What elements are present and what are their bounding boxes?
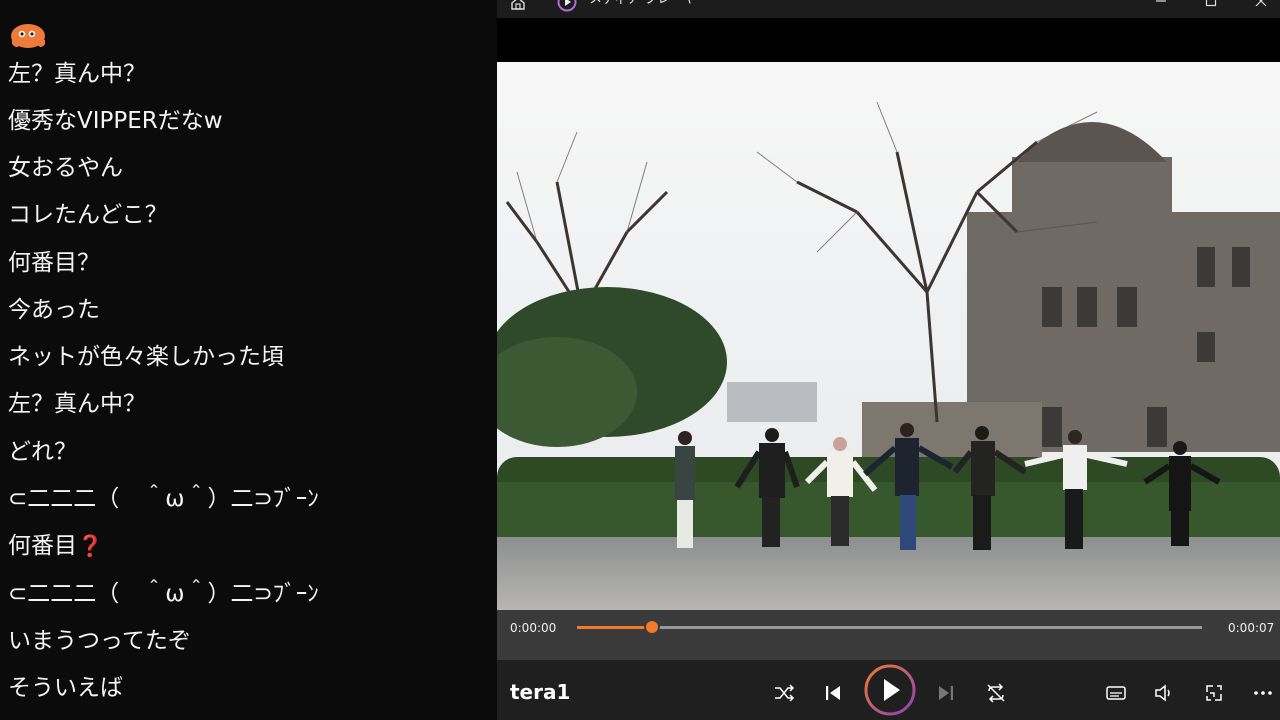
chat-message-text: 何番目？ bbox=[8, 250, 100, 276]
chat-message: いまうつってたぞ bbox=[8, 619, 191, 663]
repeat-off-icon bbox=[987, 683, 1005, 703]
repeat-button[interactable] bbox=[983, 680, 1009, 706]
chat-message: ネットが色々楽しかった頃 bbox=[8, 335, 284, 379]
chat-message: ⊂二二二（ ＾ω＾）二⊃ﾌﾞｰﾝ bbox=[8, 477, 319, 521]
close-icon[interactable] bbox=[1254, 0, 1268, 8]
previous-button[interactable] bbox=[820, 680, 846, 706]
play-icon bbox=[864, 664, 916, 716]
app-title: メディア プレーヤー bbox=[589, 0, 709, 8]
home-icon[interactable] bbox=[510, 0, 526, 10]
shuffle-icon bbox=[775, 684, 795, 702]
chat-message: 女おるやん bbox=[8, 146, 123, 190]
chat-message: 何番目❓ bbox=[8, 524, 103, 568]
volume-icon bbox=[1155, 684, 1170, 702]
chat-message-text: いまうつってたぞ bbox=[8, 628, 191, 654]
chat-message-text: 左？真ん中？ bbox=[8, 61, 146, 87]
chat-message-text: 左？真ん中？ bbox=[8, 391, 146, 417]
more-options-button[interactable] bbox=[1250, 680, 1276, 706]
chat-message: ⊂二二二（ ＾ω＾）二⊃ﾌﾞｰﾝ bbox=[8, 572, 319, 616]
control-bar: tera1 bbox=[497, 660, 1280, 720]
minimize-icon[interactable] bbox=[1154, 0, 1168, 8]
total-time: 0:00:07 bbox=[1228, 621, 1275, 635]
shuffle-button[interactable] bbox=[771, 680, 797, 706]
question-mark-emoji-icon: ❓ bbox=[77, 534, 104, 558]
chat-panel: 左？真ん中？ 優秀なVIPPERだなw 女おるやん コレたんどこ？ 何番目？ 今… bbox=[0, 0, 497, 720]
octopus-avatar-icon bbox=[11, 24, 45, 48]
chat-message-text: ⊂二二二（ ＾ω＾）二⊃ﾌﾞｰﾝ bbox=[8, 486, 319, 512]
chat-message-text: 女おるやん bbox=[8, 155, 123, 181]
chat-message: 左？真ん中？ bbox=[8, 52, 146, 96]
seek-bar-area: 0:00:00 0:00:07 bbox=[497, 610, 1280, 660]
chat-message-text: 何番目 bbox=[8, 533, 77, 559]
chat-message-text: 優秀なVIPPERだなw bbox=[8, 108, 223, 134]
chat-message: コレたんどこ？ bbox=[8, 193, 168, 237]
maximize-icon[interactable] bbox=[1204, 0, 1218, 8]
chat-message: どれ？ bbox=[8, 430, 77, 474]
chat-message: 左？真ん中？ bbox=[8, 382, 146, 426]
next-button[interactable] bbox=[933, 680, 959, 706]
chat-message-text: 今あった bbox=[8, 297, 100, 323]
seek-progress-fill bbox=[577, 626, 652, 629]
chat-message: 何番目？ bbox=[8, 241, 100, 285]
volume-button[interactable] bbox=[1151, 680, 1177, 706]
chat-message: そういえば bbox=[8, 666, 123, 710]
next-icon bbox=[939, 686, 953, 700]
media-player-app-icon bbox=[557, 0, 577, 12]
seek-thumb[interactable] bbox=[646, 621, 658, 633]
captions-button[interactable] bbox=[1103, 680, 1129, 706]
seek-track[interactable] bbox=[577, 626, 1202, 629]
miniplayer-icon bbox=[1206, 685, 1222, 701]
chat-message: 今あった bbox=[8, 288, 100, 332]
track-title: tera1 bbox=[510, 680, 571, 704]
video-frame[interactable] bbox=[497, 62, 1280, 610]
current-time: 0:00:00 bbox=[510, 621, 557, 635]
media-player-window: メディア プレーヤー bbox=[497, 0, 1280, 720]
more-icon bbox=[1254, 691, 1272, 695]
chat-message-text: ネットが色々楽しかった頃 bbox=[8, 344, 284, 370]
chat-message-text: ⊂二二二（ ＾ω＾）二⊃ﾌﾞｰﾝ bbox=[8, 581, 319, 607]
captions-icon bbox=[1106, 686, 1126, 700]
play-button[interactable] bbox=[864, 664, 916, 716]
chat-message-text: どれ？ bbox=[8, 439, 77, 465]
chat-message-text: コレたんどこ？ bbox=[8, 202, 168, 228]
title-bar: メディア プレーヤー bbox=[497, 0, 1280, 18]
chat-message-text: そういえば bbox=[8, 675, 123, 701]
previous-icon bbox=[826, 686, 840, 700]
miniplayer-button[interactable] bbox=[1201, 680, 1227, 706]
chat-message: 優秀なVIPPERだなw bbox=[8, 99, 223, 143]
